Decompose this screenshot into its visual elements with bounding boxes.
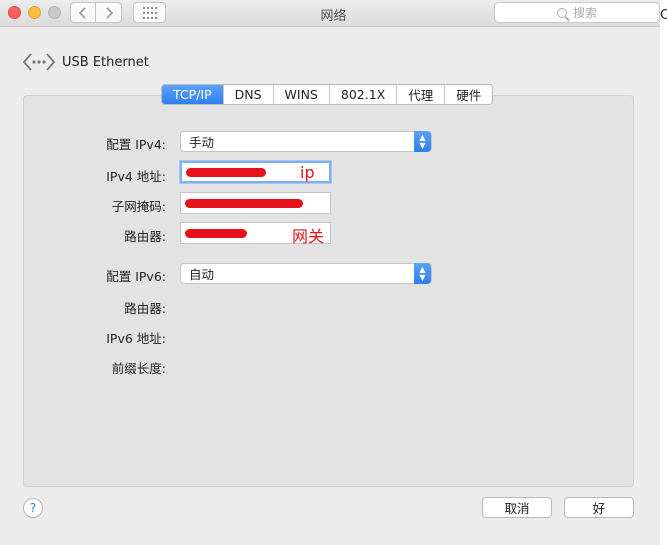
network-preferences-window: 网络 搜索 C USB Ethernet TCP/IP DNS WINS 802… [0,0,667,545]
search-placeholder: 搜索 [572,6,597,20]
tab-dns[interactable]: DNS [222,85,273,104]
updown-chevron-icon: ▲ ▼ [414,263,431,284]
ipv4-address-label: IPv4 地址: [106,169,166,184]
subnet-mask-field[interactable] [180,192,331,214]
redaction-mark [186,168,266,177]
search-icon [556,7,567,18]
title-bar: 网络 搜索 [0,0,667,27]
gateway-annotation: 网关 [292,227,325,246]
interface-name: USB Ethernet [62,55,149,70]
tab-hardware[interactable]: 硬件 [444,85,493,104]
cancel-button[interactable]: 取消 [482,497,552,518]
router-ipv6-label: 路由器: [124,301,166,316]
tab-8021x[interactable]: 802.1X [328,85,397,104]
tab-proxy[interactable]: 代理 [396,85,445,104]
redaction-mark [185,229,247,238]
ipv6-address-label: IPv6 地址: [106,331,166,346]
help-icon: ? [29,501,37,515]
prefix-length-label: 前缀长度: [111,361,166,376]
configure-ipv6-value: 自动 [189,267,215,282]
configure-ipv6-label: 配置 IPv6: [106,269,166,284]
tab-panel [23,95,634,487]
tab-tcpip[interactable]: TCP/IP [162,85,223,104]
tab-bar: TCP/IP DNS WINS 802.1X 代理 硬件 [161,84,494,105]
configure-ipv4-label: 配置 IPv4: [106,137,166,152]
redaction-mark [185,199,303,208]
subnet-mask-label: 子网掩码: [111,199,166,214]
background-window-edge: C [660,0,667,545]
ip-annotation: ip [300,163,315,182]
configure-ipv6-select[interactable]: 自动 ▲ ▼ [180,263,432,284]
search-field[interactable]: 搜索 [494,2,660,23]
configure-ipv4-value: 手动 [189,135,215,150]
configure-ipv4-select[interactable]: 手动 ▲ ▼ [180,131,432,152]
background-window-text: C [660,8,667,23]
tab-wins[interactable]: WINS [272,85,329,104]
updown-chevron-icon: ▲ ▼ [414,131,431,152]
router-ipv4-label: 路由器: [124,229,166,244]
ok-button[interactable]: 好 [564,497,634,518]
help-button[interactable]: ? [23,498,43,518]
ethernet-icon [22,51,56,73]
